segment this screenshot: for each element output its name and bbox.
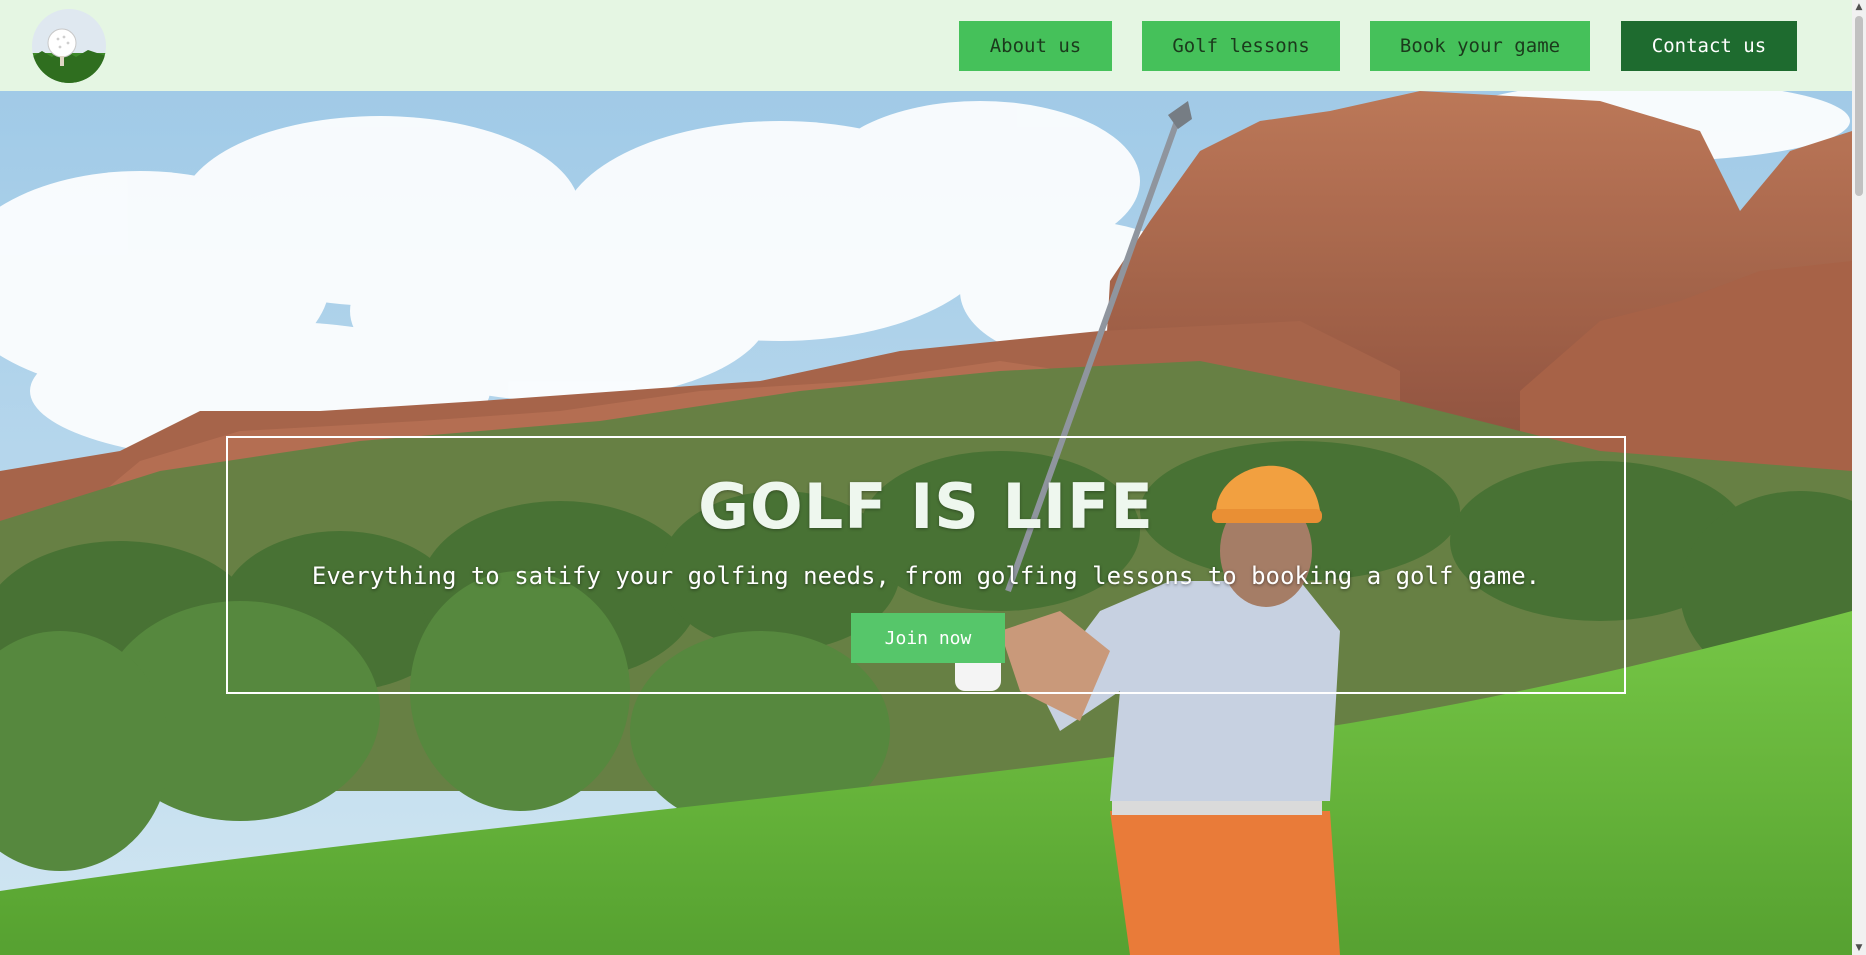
- vertical-scrollbar[interactable]: ▲ ▼: [1852, 0, 1866, 955]
- golf-ball-on-tee-icon: [32, 9, 106, 83]
- top-navbar: About us Golf lessons Book your game Con…: [0, 0, 1852, 91]
- nav-golf-lessons-button[interactable]: Golf lessons: [1142, 21, 1340, 71]
- hero-subtitle: Everything to satify your golfing needs,…: [311, 562, 1541, 590]
- nav-about-us-button[interactable]: About us: [959, 21, 1112, 71]
- nav-book-your-game-button[interactable]: Book your game: [1370, 21, 1590, 71]
- chevron-up-icon[interactable]: ▲: [1852, 0, 1866, 14]
- logo[interactable]: [32, 9, 106, 83]
- nav-contact-us-button[interactable]: Contact us: [1621, 21, 1797, 71]
- hero-content-box: GOLF IS LIFE Everything to satify your g…: [226, 436, 1626, 694]
- hero-title: GOLF IS LIFE: [698, 470, 1154, 543]
- join-now-button[interactable]: Join now: [851, 613, 1005, 663]
- page: About us Golf lessons Book your game Con…: [0, 0, 1866, 955]
- chevron-down-icon[interactable]: ▼: [1852, 941, 1866, 955]
- scrollbar-thumb[interactable]: [1855, 16, 1863, 196]
